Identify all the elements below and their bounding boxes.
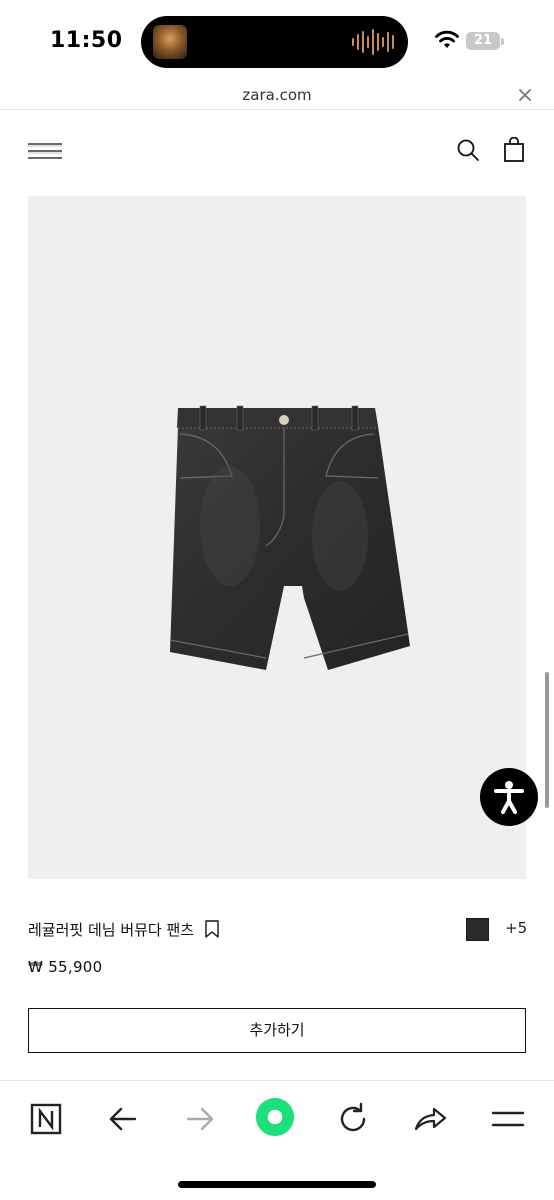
battery-icon: 21 [466, 32, 500, 50]
product-image[interactable] [28, 196, 526, 879]
now-playing-album-icon [153, 25, 187, 59]
url-text[interactable]: zara.com [0, 86, 554, 104]
scroll-indicator[interactable] [545, 672, 549, 808]
bookmark-icon[interactable] [204, 920, 220, 938]
status-bar: 11:50 21 [0, 0, 554, 80]
close-icon[interactable] [516, 86, 534, 104]
green-dot-icon[interactable] [255, 1097, 299, 1141]
audio-waveform-icon [352, 28, 394, 56]
share-icon[interactable] [410, 1099, 450, 1139]
color-swatch[interactable] [466, 918, 489, 941]
home-indicator[interactable] [178, 1181, 376, 1188]
shopping-bag-icon[interactable] [502, 137, 526, 163]
menu-icon[interactable] [28, 140, 64, 162]
battery-tip [501, 38, 504, 45]
browser-menu-icon[interactable] [488, 1099, 528, 1139]
dynamic-island[interactable] [141, 16, 408, 68]
product-name[interactable]: 레귤러핏 데님 버뮤다 팬츠 [28, 919, 194, 940]
naver-home-icon[interactable] [26, 1099, 66, 1139]
address-bar[interactable]: zara.com [0, 80, 554, 110]
back-arrow-icon[interactable] [103, 1099, 143, 1139]
more-colors-count[interactable]: +5 [505, 919, 527, 937]
accessibility-icon [494, 781, 524, 814]
product-price: ₩ 55,900 [28, 958, 103, 976]
forward-arrow-icon[interactable] [180, 1099, 220, 1139]
add-to-cart-button[interactable]: 추가하기 [28, 1008, 526, 1053]
wifi-icon [435, 30, 459, 48]
denim-shorts-image [169, 405, 410, 670]
status-time: 11:50 [50, 28, 123, 53]
reload-icon[interactable] [333, 1099, 373, 1139]
search-icon[interactable] [456, 138, 480, 162]
accessibility-button[interactable] [480, 768, 538, 826]
